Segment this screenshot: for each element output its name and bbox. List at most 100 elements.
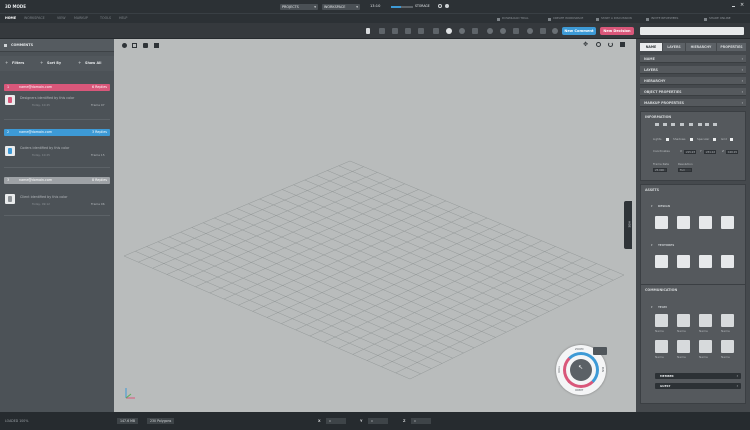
new-file-icon[interactable] — [366, 28, 370, 34]
link-start-discussion[interactable]: START A DISCUSSION — [601, 17, 632, 20]
team-member-avatar[interactable] — [721, 340, 734, 353]
menu-item-home[interactable]: HOME — [5, 16, 16, 20]
settings-icon[interactable] — [540, 28, 546, 34]
shading-icon[interactable] — [500, 28, 506, 34]
layers-icon[interactable] — [472, 28, 478, 34]
asset-tile[interactable] — [655, 216, 668, 229]
texture-tile[interactable] — [699, 255, 712, 268]
hand-icon[interactable] — [392, 28, 398, 34]
team-member-avatar[interactable] — [721, 314, 734, 327]
section-hierarchy[interactable]: HIERARCHY › — [640, 77, 746, 85]
check-specular[interactable] — [713, 138, 716, 141]
link-download-trial[interactable]: DOWNLOAD TRIAL — [502, 17, 529, 20]
search-input[interactable] — [640, 27, 744, 35]
3d-viewport[interactable]: ✥ ↖ ZOOM ORBIT ROLL PAN HIDE — [114, 39, 636, 412]
status-z-field[interactable]: 0 — [411, 418, 431, 424]
target-icon[interactable] — [459, 28, 465, 34]
help-icon[interactable] — [552, 28, 558, 34]
step-back-icon[interactable] — [663, 123, 667, 126]
collapse-arrow-icon[interactable]: ▾ — [651, 204, 653, 208]
record-icon[interactable] — [446, 28, 452, 34]
menu-item-workspace[interactable]: WORKSPACE — [24, 16, 45, 20]
tab-name[interactable]: NAME — [640, 43, 662, 51]
undo-icon[interactable] — [405, 28, 411, 34]
comment-replies[interactable]: 6 Replies — [92, 84, 107, 91]
texture-tile[interactable] — [655, 255, 668, 268]
tab-layers[interactable]: LAYERS — [663, 43, 685, 51]
projects-dropdown[interactable]: PROJECTS ▾ — [280, 3, 318, 10]
workspace-dropdown[interactable]: WORKSPACE ▾ — [322, 3, 360, 10]
menu-item-markup[interactable]: MARKUP — [74, 16, 88, 20]
status-y-field[interactable]: 0 — [368, 418, 388, 424]
add-guest-button[interactable]: GUEST › — [655, 383, 741, 389]
rewind-icon[interactable] — [671, 123, 675, 126]
comment-replies[interactable]: 3 Replies — [92, 129, 107, 136]
user-icon[interactable] — [445, 4, 449, 8]
section-name[interactable]: NAME › — [640, 55, 746, 63]
collapse-arrow-icon[interactable]: ▾ — [651, 243, 653, 247]
nav-roll[interactable]: ROLL — [558, 366, 562, 373]
tab-properties[interactable]: PROPERTIES — [717, 43, 746, 51]
add-member-button[interactable]: MEMBER › — [655, 373, 741, 379]
comment-text: Coders identified by this color — [20, 146, 70, 150]
nav-zoom[interactable]: ZOOM — [575, 348, 583, 351]
information-box: INFORMATION Lights Shadows Specular Grid… — [640, 111, 746, 181]
coord-x-field[interactable]: 215.23 — [684, 149, 696, 154]
window-close-icon[interactable]: × — [740, 3, 744, 8]
comment-replies[interactable]: 8 Replies — [92, 177, 107, 184]
check-grid[interactable] — [730, 138, 733, 141]
window-minimize-icon[interactable] — [732, 6, 735, 7]
nav-orbit[interactable]: ORBIT — [575, 389, 583, 392]
menu-item-view[interactable]: VIEW — [57, 16, 66, 20]
cursor-icon[interactable] — [379, 28, 385, 34]
frame-rate-field[interactable]: 25.000 — [653, 168, 667, 172]
sort-by-button[interactable]: Sort By — [47, 61, 61, 65]
skip-back-icon[interactable] — [655, 123, 659, 126]
check-shadows[interactable] — [690, 138, 693, 141]
new-decision-button[interactable]: New Decision — [600, 27, 634, 35]
link-invite-reviewers[interactable]: INVITE REVIEWERS — [651, 17, 678, 20]
team-member-avatar[interactable] — [677, 340, 690, 353]
section-markup-properties[interactable]: MARKUP PROPERTIES › — [640, 99, 746, 107]
section-object-properties[interactable]: OBJECT PROPERTIES › — [640, 88, 746, 96]
asset-tile[interactable] — [721, 216, 734, 229]
crop-icon[interactable] — [433, 28, 439, 34]
menu-item-tools[interactable]: TOOLS — [100, 16, 111, 20]
camera-icon[interactable] — [513, 28, 519, 34]
section-layers[interactable]: LAYERS › — [640, 66, 746, 74]
team-member-avatar[interactable] — [699, 340, 712, 353]
team-member-avatar[interactable] — [655, 340, 668, 353]
link-create-workspace[interactable]: CREATE WORKSPACE — [553, 17, 583, 20]
link-share-online[interactable]: SHARE ONLINE — [709, 17, 731, 20]
check-lights[interactable] — [666, 138, 669, 141]
new-comment-button[interactable]: New Comment — [562, 27, 596, 35]
status-x-field[interactable]: 0 — [326, 418, 346, 424]
nav-wheel-collapse[interactable] — [593, 347, 607, 355]
nav-pan[interactable]: PAN — [600, 367, 604, 372]
menu-item-help[interactable]: HELP — [119, 16, 127, 20]
sphere-icon[interactable] — [487, 28, 493, 34]
asset-tile[interactable] — [699, 216, 712, 229]
right-panel-toggle[interactable]: HIDE — [624, 201, 632, 249]
team-member-avatar[interactable] — [655, 314, 668, 327]
stop-icon[interactable] — [680, 123, 684, 126]
light-icon[interactable] — [527, 28, 533, 34]
asset-tile[interactable] — [677, 216, 690, 229]
step-forward-icon[interactable] — [705, 123, 709, 126]
gear-icon[interactable] — [438, 4, 442, 8]
texture-tile[interactable] — [721, 255, 734, 268]
coord-z-field[interactable]: 100.15 — [726, 149, 738, 154]
texture-tile[interactable] — [677, 255, 690, 268]
collapse-arrow-icon[interactable]: ▾ — [651, 305, 653, 309]
filters-button[interactable]: Filters — [12, 61, 24, 65]
team-member-avatar[interactable] — [677, 314, 690, 327]
resolution-select[interactable]: Full — [678, 168, 692, 172]
show-all-button[interactable]: Show All — [85, 61, 101, 65]
redo-icon[interactable] — [418, 28, 424, 34]
tab-hierarchy[interactable]: HIERARCHY — [686, 43, 716, 51]
coord-y-field[interactable]: 231.12 — [704, 149, 716, 154]
skip-forward-icon[interactable] — [713, 123, 717, 126]
team-member-avatar[interactable] — [699, 314, 712, 327]
play-icon[interactable] — [689, 123, 693, 126]
forward-icon[interactable] — [698, 123, 702, 126]
